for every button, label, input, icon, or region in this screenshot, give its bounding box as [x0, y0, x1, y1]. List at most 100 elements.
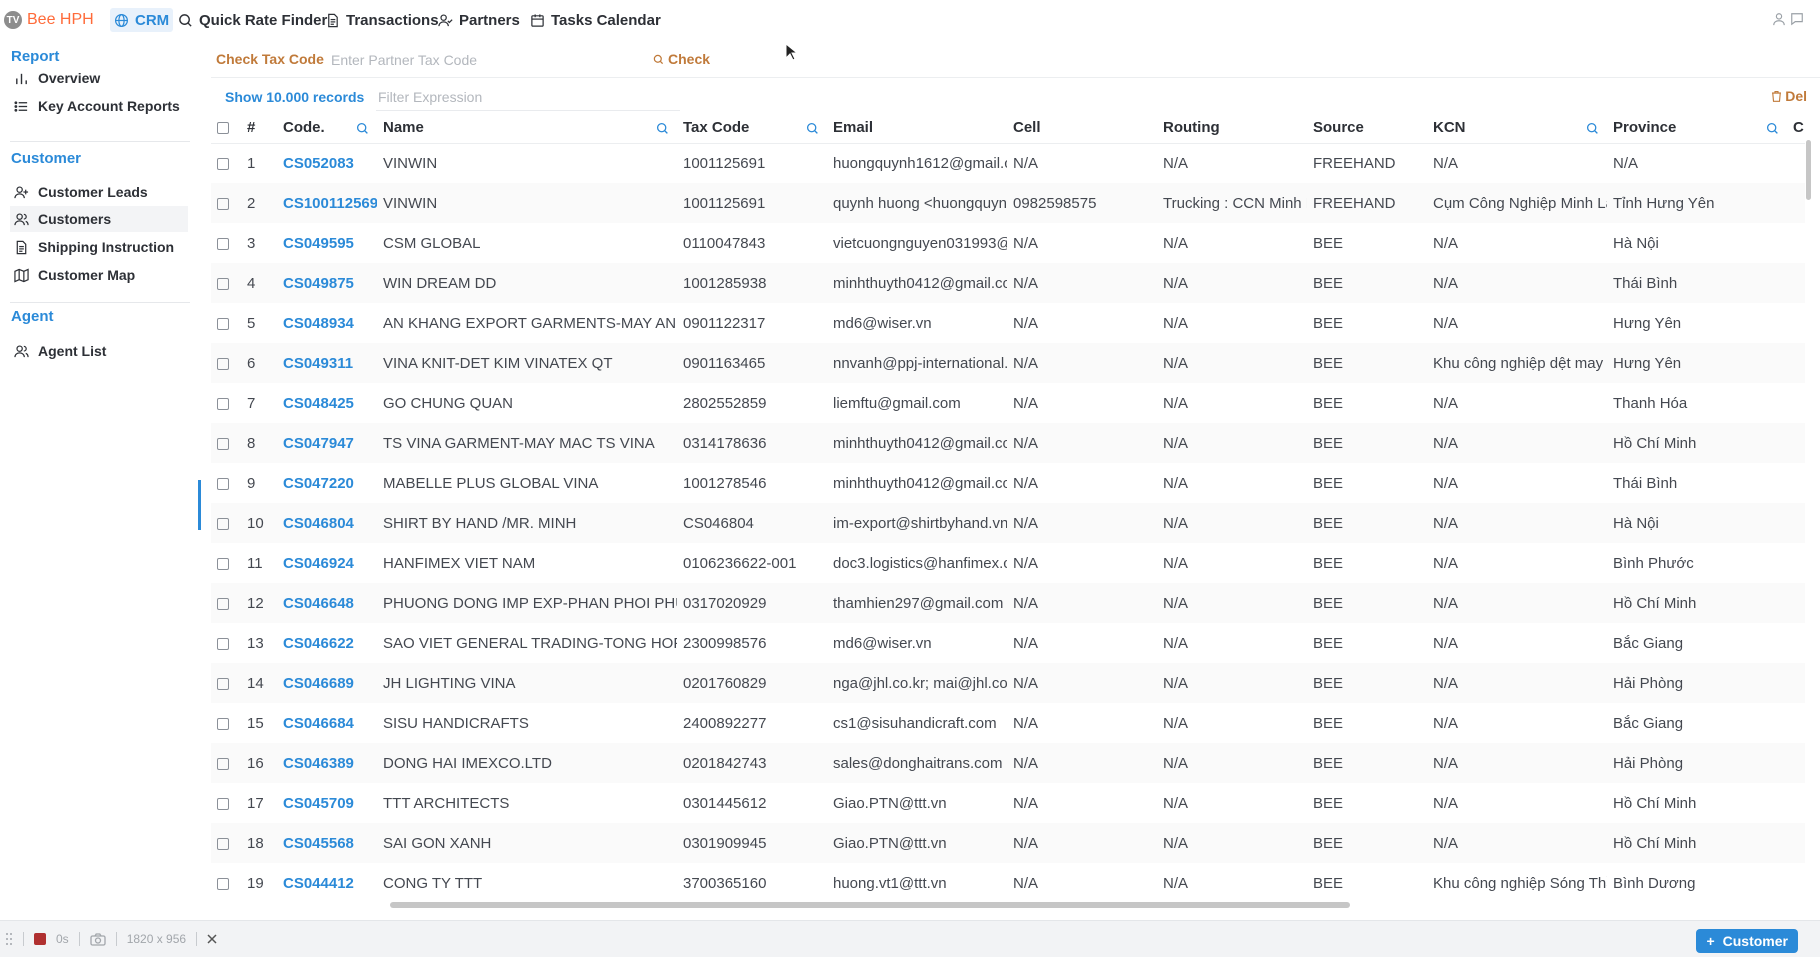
row-select-cell[interactable]	[211, 143, 241, 183]
row-select-cell[interactable]	[211, 703, 241, 743]
customer-code-cell[interactable]: CS048425	[277, 383, 377, 423]
sidebar-section-report[interactable]: Report	[11, 48, 59, 65]
row-checkbox[interactable]	[217, 317, 229, 330]
table-row[interactable]: 7 CS048425 GO CHUNG QUAN 2802552859 liemftu@…	[211, 383, 1805, 423]
row-select-cell[interactable]	[211, 503, 241, 543]
horizontal-scrollbar[interactable]	[390, 902, 1350, 908]
column-header-province[interactable]: Province	[1607, 113, 1787, 144]
customer-code-cell[interactable]: CS046924	[277, 543, 377, 583]
column-header-c[interactable]: C	[1787, 113, 1805, 144]
sidebar-item-customer-leads[interactable]: Customer Leads	[10, 179, 188, 205]
table-row[interactable]: 9 CS047220 MABELLE PLUS GLOBAL VINA 1001278…	[211, 463, 1805, 503]
table-row[interactable]: 4 CS049875 WIN DREAM DD 1001285938 minhthuyt…	[211, 263, 1805, 303]
sidebar-item-customers[interactable]: Customers	[10, 206, 188, 232]
sidebar-item-customer-map[interactable]: Customer Map	[10, 262, 188, 288]
row-select-cell[interactable]	[211, 623, 241, 663]
nav-crm[interactable]: CRM	[110, 8, 174, 32]
row-checkbox[interactable]	[217, 397, 229, 410]
row-checkbox[interactable]	[217, 877, 229, 890]
row-checkbox[interactable]	[217, 477, 229, 490]
row-checkbox[interactable]	[217, 717, 229, 730]
row-checkbox[interactable]	[217, 357, 229, 370]
table-row[interactable]: 15 CS046684 SISU HANDICRAFTS 2400892277 cs1@…	[211, 703, 1805, 743]
tax-code-input[interactable]	[329, 46, 633, 74]
row-select-cell[interactable]	[211, 383, 241, 423]
row-checkbox[interactable]	[217, 677, 229, 690]
table-row[interactable]: 14 CS046689 JH LIGHTING VINA 0201760829 nga@…	[211, 663, 1805, 703]
chat-icon[interactable]	[1790, 12, 1804, 26]
vertical-scrollbar[interactable]	[1806, 140, 1811, 200]
table-row[interactable]: 6 CS049311 VINA KNIT-DET KIM VINATEX QT 090…	[211, 343, 1805, 383]
table-row[interactable]: 12 CS046648 PHUONG DONG IMP EXP-PHAN PHOI …	[211, 583, 1805, 623]
drag-handle-icon[interactable]	[5, 932, 13, 946]
row-checkbox[interactable]	[217, 797, 229, 810]
table-row[interactable]: 10 CS046804 SHIRT BY HAND /MR. MINH CS04680…	[211, 503, 1805, 543]
nav-transactions[interactable]: Transactions	[325, 8, 439, 32]
sidebar-resize-handle[interactable]	[198, 480, 201, 530]
camera-icon[interactable]	[90, 932, 106, 946]
filter-expression-input[interactable]	[376, 84, 680, 111]
row-select-cell[interactable]	[211, 303, 241, 343]
add-customer-button[interactable]: + Customer	[1696, 929, 1798, 953]
row-select-cell[interactable]	[211, 463, 241, 503]
customer-code-cell[interactable]: CS046648	[277, 583, 377, 623]
row-select-cell[interactable]	[211, 543, 241, 583]
table-row[interactable]: 5 CS048934 AN KHANG EXPORT GARMENTS-MAY AN…	[211, 303, 1805, 343]
table-row[interactable]: 2 CS100112569: VINWIN 1001125691 quynh huong…	[211, 183, 1805, 223]
table-row[interactable]: 18 CS045568 SAI GON XANH 0301909945 Giao.PTN…	[211, 823, 1805, 863]
row-checkbox[interactable]	[217, 757, 229, 770]
customer-code-cell[interactable]: CS045709	[277, 783, 377, 823]
customer-code-cell[interactable]: CS046689	[277, 663, 377, 703]
stop-record-icon[interactable]	[34, 933, 46, 945]
table-row[interactable]: 16 CS046389 DONG HAI IMEXCO.LTD 0201842743 s…	[211, 743, 1805, 783]
customer-code-cell[interactable]: CS049311	[277, 343, 377, 383]
customer-code-cell[interactable]: CS045568	[277, 823, 377, 863]
row-select-cell[interactable]	[211, 343, 241, 383]
nav-quick-rate-finder[interactable]: Quick Rate Finder	[178, 8, 327, 32]
close-icon[interactable]	[207, 934, 217, 944]
brand[interactable]: TV Bee HPH	[4, 8, 94, 32]
header-select-all[interactable]	[211, 113, 241, 144]
row-select-cell[interactable]	[211, 863, 241, 903]
delete-button[interactable]: Del	[1771, 88, 1807, 104]
row-select-cell[interactable]	[211, 263, 241, 303]
row-checkbox[interactable]	[217, 437, 229, 450]
row-checkbox[interactable]	[217, 197, 229, 210]
column-header-source[interactable]: Source	[1307, 113, 1427, 144]
table-row[interactable]: 11 CS046924 HANFIMEX VIET NAM 0106236622-00…	[211, 543, 1805, 583]
sidebar-item-key-account-reports[interactable]: Key Account Reports	[10, 93, 188, 119]
row-checkbox[interactable]	[217, 277, 229, 290]
column-header-code[interactable]: Code.	[277, 113, 377, 144]
nav-partners[interactable]: Partners	[438, 8, 520, 32]
row-select-cell[interactable]	[211, 743, 241, 783]
row-checkbox[interactable]	[217, 157, 229, 170]
row-checkbox[interactable]	[217, 557, 229, 570]
sidebar-item-shipping-instruction[interactable]: Shipping Instruction	[10, 234, 188, 260]
show-records-button[interactable]: Show 10.000 records	[225, 89, 364, 105]
row-checkbox[interactable]	[217, 637, 229, 650]
sidebar-section-customer[interactable]: Customer	[11, 150, 81, 167]
customer-code-cell[interactable]: CS100112569:	[277, 183, 377, 223]
column-header-tax-code[interactable]: Tax Code	[677, 113, 827, 144]
customer-code-cell[interactable]: CS044412	[277, 863, 377, 903]
sidebar-section-agent[interactable]: Agent	[11, 308, 54, 325]
table-row[interactable]: 19 CS044412 CONG TY TTT 3700365160 huong.vt1…	[211, 863, 1805, 903]
column-header-name[interactable]: Name	[377, 113, 677, 144]
table-row[interactable]: 1 CS052083 VINWIN 1001125691 huongquynh1612@…	[211, 143, 1805, 183]
nav-tasks-calendar[interactable]: Tasks Calendar	[530, 8, 661, 32]
row-select-cell[interactable]	[211, 223, 241, 263]
column-header-cell[interactable]: Cell	[1007, 113, 1157, 144]
row-select-cell[interactable]	[211, 183, 241, 223]
row-select-cell[interactable]	[211, 783, 241, 823]
customer-code-cell[interactable]: CS047947	[277, 423, 377, 463]
table-row[interactable]: 13 CS046622 SAO VIET GENERAL TRADING-TONG …	[211, 623, 1805, 663]
customer-code-cell[interactable]: CS046684	[277, 703, 377, 743]
row-select-cell[interactable]	[211, 423, 241, 463]
sidebar-item-agent-list[interactable]: Agent List	[10, 338, 188, 364]
column-header-kcn[interactable]: KCN	[1427, 113, 1607, 144]
table-row[interactable]: 17 CS045709 TTT ARCHITECTS 0301445612 Giao.P…	[211, 783, 1805, 823]
customer-code-cell[interactable]: CS052083	[277, 143, 377, 183]
user-icon[interactable]	[1772, 12, 1786, 26]
search-icon[interactable]	[806, 122, 819, 135]
column-header-index[interactable]: #	[241, 113, 277, 144]
